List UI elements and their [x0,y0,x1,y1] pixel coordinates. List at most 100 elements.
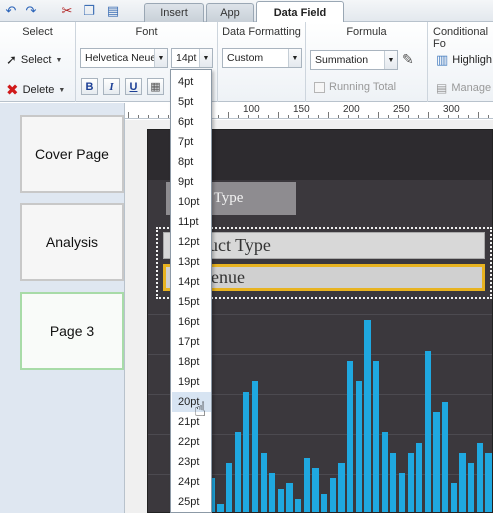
chart-bar[interactable] [424,350,432,512]
chart-bar[interactable] [269,473,276,512]
chart-bar[interactable] [355,381,362,512]
font-size-option[interactable]: 22pt [172,432,211,452]
chart-bar[interactable] [364,320,371,512]
chart-bar[interactable] [442,401,449,512]
tab-insert[interactable]: Insert [144,3,204,22]
running-total-checkbox[interactable]: Running Total [314,81,396,93]
paste-icon[interactable]: ▤ [104,2,122,19]
ruler-label: 250 [393,104,410,115]
chart-bar[interactable] [286,483,293,512]
font-size-option[interactable]: 9pt [172,172,211,192]
ruler-tick [398,115,399,118]
font-size-option[interactable]: 6pt [172,112,211,132]
italic-button[interactable]: I [103,78,120,95]
page-thumb-analysis[interactable]: Analysis [20,203,124,281]
chart-bar[interactable] [251,381,259,512]
ruler-tick [348,115,349,118]
underline-button[interactable]: U [125,78,142,95]
border-icon[interactable]: ▦ [147,78,164,95]
font-size-option[interactable]: 5pt [172,92,211,112]
chart-bar[interactable] [390,452,397,512]
font-size-option[interactable]: 13pt [172,252,211,272]
chart-bar[interactable] [234,432,241,512]
chart-bar[interactable] [260,452,267,512]
font-size-select[interactable]: 14pt ▼ [171,48,213,68]
chart-bar[interactable] [277,488,285,512]
select-button[interactable]: ➚ Select ▼ [6,52,62,68]
cut-icon[interactable]: ✂ [58,2,76,19]
font-size-option[interactable]: 11pt [172,212,211,232]
aggregation-select[interactable]: Summation ▼ [310,50,398,70]
delete-button[interactable]: ✖ Delete ▼ [6,81,65,99]
chart-bar[interactable] [398,473,406,512]
ruler-tick [278,112,279,118]
chart-bar[interactable] [485,452,492,512]
undo-icon[interactable]: ↶ [2,2,20,19]
font-size-option[interactable]: 17pt [172,332,211,352]
font-size-option[interactable]: 23pt [172,452,211,472]
ruler-tick [488,115,489,118]
tab-app[interactable]: App [206,3,254,22]
tab-data-field[interactable]: Data Field [256,1,344,23]
ruler-tick [358,115,359,118]
font-size-option[interactable]: 14pt [172,272,211,292]
font-size-option[interactable]: 21pt [172,412,211,432]
chart-bar[interactable] [217,503,224,512]
font-size-dropdown-list: 4pt 5pt 6pt 7pt 8pt 9pt 10pt 11pt 12pt 13pt 14pt 15… [170,69,212,513]
chart-bar[interactable] [476,442,483,512]
ruler-tick [218,115,219,118]
chart-bar[interactable] [303,457,310,512]
highlight-button[interactable]: ▥ Highligh [436,52,492,68]
chart-bar[interactable] [338,463,345,512]
font-size-option[interactable]: 25pt [172,492,211,512]
format-value: Custom [227,52,264,64]
font-size-option[interactable]: 20pt [172,392,211,412]
chart-bar[interactable] [321,493,328,512]
chart-bar[interactable] [225,463,233,512]
font-size-option[interactable]: 7pt [172,132,211,152]
format-select[interactable]: Custom ▼ [222,48,302,68]
ruler-tick [228,112,229,118]
font-size-option[interactable]: 8pt [172,152,211,172]
chart-bar[interactable] [407,452,414,512]
chart-bar[interactable] [381,432,388,512]
chevron-down-icon: ▼ [384,51,397,69]
font-family-select[interactable]: Helvetica Neue ▼ [80,48,168,68]
ruler-tick [268,115,269,118]
font-size-option[interactable]: 10pt [172,192,211,212]
select-button-label: Select [20,54,52,66]
conditional-formatting-group: Conditional Fo ▥ Highligh ▤ Manage [428,22,493,102]
chart-bar[interactable] [329,478,336,512]
chart-bar[interactable] [372,361,380,512]
redo-icon[interactable]: ↷ [22,2,40,19]
copy-icon[interactable]: ❐ [80,2,98,19]
font-size-option[interactable]: 12pt [172,232,211,252]
font-size-option[interactable]: 16pt [172,312,211,332]
font-size-option[interactable]: 19pt [172,372,211,392]
font-size-option[interactable]: 15pt [172,292,211,312]
font-size-option[interactable]: 24pt [172,472,211,492]
checkbox-icon [314,81,325,93]
ruler-tick [238,115,239,118]
font-size-option[interactable]: 4pt [172,72,211,92]
ruler-tick [168,115,169,118]
chart-bar[interactable] [433,412,440,512]
chart-bar[interactable] [468,463,475,512]
formula-group-title: Formula [346,26,387,38]
chart-bar[interactable] [312,468,319,512]
page-thumb-page-3[interactable]: Page 3 [20,292,124,370]
chart-bar[interactable] [416,442,423,512]
page-thumb-cover-page[interactable]: Cover Page [20,115,124,193]
chart-bar[interactable] [243,391,250,512]
select-group-title: Select [22,26,53,38]
chart-bar[interactable] [347,361,354,512]
ruler-tick [318,115,319,118]
font-size-option[interactable]: 18pt [172,352,211,372]
chart-bar[interactable] [450,483,457,512]
chart-bar[interactable] [459,452,466,512]
chart-bar[interactable] [295,498,302,512]
bold-button[interactable]: B [81,78,98,95]
select-group: Select ➚ Select ▼ ✖ Delete ▼ [0,22,76,102]
formula-edit-icon[interactable]: ✎ [402,51,414,68]
manage-button[interactable]: ▤ Manage [436,81,491,95]
